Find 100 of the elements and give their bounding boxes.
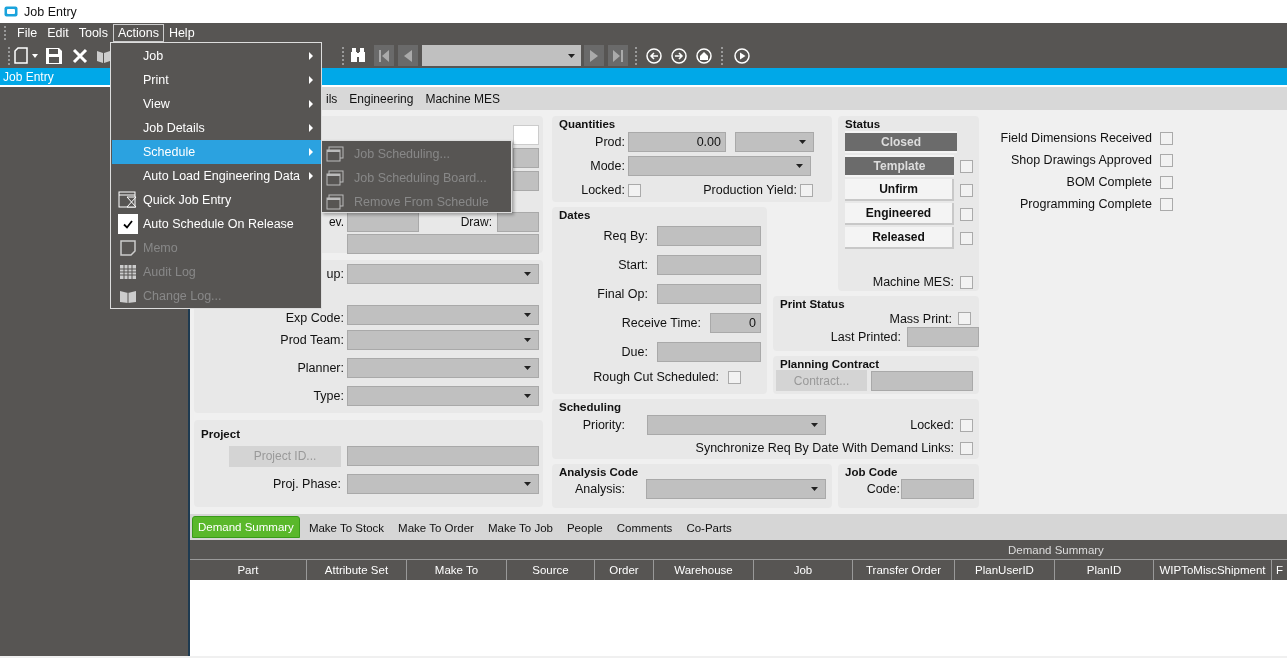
field-label: Programming Complete: [1020, 197, 1152, 211]
delete-icon[interactable]: [72, 47, 88, 64]
checkbox[interactable]: [800, 183, 813, 197]
menu-item[interactable]: Auto Load Engineering Data: [112, 164, 321, 188]
checkbox[interactable]: [960, 183, 973, 197]
input-field[interactable]: [657, 341, 761, 362]
field-label: Shop Drawings Approved: [1010, 153, 1152, 167]
menu-item[interactable]: Auto Schedule On Release: [112, 212, 321, 236]
book-icon: [118, 289, 137, 303]
input-field[interactable]: [871, 370, 973, 391]
section-title: Project: [201, 428, 241, 440]
input-field[interactable]: [907, 327, 979, 347]
next-record-button[interactable]: [584, 45, 604, 66]
status-button[interactable]: Released: [845, 227, 954, 249]
book-icon[interactable]: [97, 48, 110, 63]
checkbox[interactable]: [1160, 153, 1173, 167]
field-label: Mass Print:: [889, 311, 952, 326]
input-field[interactable]: [513, 170, 539, 191]
checkbox[interactable]: [628, 183, 641, 197]
input-field[interactable]: [657, 283, 761, 304]
input-field[interactable]: [347, 234, 539, 254]
play-icon[interactable]: [734, 47, 750, 64]
caret-icon: [568, 53, 575, 58]
input-field[interactable]: [347, 446, 539, 466]
menu-item[interactable]: Edit: [42, 24, 74, 42]
status-button[interactable]: Unfirm: [845, 179, 954, 201]
checkbox[interactable]: [958, 312, 971, 325]
tab[interactable]: People: [559, 522, 610, 538]
tab[interactable]: Engineering: [349, 91, 414, 106]
checkbox[interactable]: [960, 207, 973, 221]
dropdown-field[interactable]: [347, 330, 539, 350]
input-field[interactable]: [657, 254, 761, 275]
input-field[interactable]: [657, 225, 761, 246]
tab[interactable]: Machine MES: [425, 91, 501, 106]
last-record-button[interactable]: [608, 45, 628, 66]
checkbox[interactable]: [728, 370, 741, 384]
tab[interactable]: Comments: [609, 522, 680, 538]
dropdown-field[interactable]: [347, 474, 539, 494]
save-icon[interactable]: [46, 47, 62, 64]
dropdown-field[interactable]: [347, 358, 539, 378]
field-label: Synchronize Req By Date With Demand Links:: [695, 441, 954, 455]
window-icon: [326, 170, 344, 186]
field-label: up:: [326, 267, 344, 281]
checkbox[interactable]: [960, 231, 973, 245]
input-field[interactable]: 0.00: [628, 132, 726, 152]
checkbox[interactable]: [960, 441, 973, 455]
caret-icon[interactable]: [32, 53, 38, 58]
dropdown-field[interactable]: [347, 305, 539, 325]
field-label: Machine MES:: [872, 275, 954, 289]
field-label: Exp Code:: [285, 311, 344, 325]
input-field[interactable]: [347, 212, 419, 232]
dropdown-field[interactable]: [647, 415, 826, 435]
input-field[interactable]: [497, 212, 539, 232]
input-field[interactable]: 0: [710, 312, 761, 333]
forward-icon[interactable]: [671, 47, 687, 64]
menu-item[interactable]: Quick Job Entry: [112, 188, 321, 212]
dropdown-field[interactable]: [628, 156, 811, 176]
checkbox[interactable]: [1160, 175, 1173, 189]
checkbox[interactable]: [1160, 197, 1173, 211]
submenu-arrow-icon: [309, 124, 313, 132]
input-field[interactable]: [901, 479, 974, 499]
menu-item[interactable]: View: [112, 92, 321, 116]
menu-item[interactable]: Job Details: [112, 116, 321, 140]
tab[interactable]: ils: [326, 91, 338, 106]
section-title: Print Status: [780, 298, 846, 310]
dropdown-field[interactable]: [347, 386, 539, 406]
field-label: Start:: [618, 257, 648, 272]
checkbox[interactable]: [960, 275, 973, 289]
first-record-button[interactable]: [374, 45, 394, 66]
menu-item[interactable]: Tools: [73, 24, 113, 42]
next-icon: [590, 49, 598, 62]
menu-item[interactable]: Actions: [112, 24, 164, 42]
menu-item[interactable]: Print: [112, 68, 321, 92]
checkmark-icon: [122, 219, 133, 229]
previous-record-button[interactable]: [398, 45, 418, 66]
menu-item[interactable]: Help: [163, 24, 200, 42]
hourglass-window-icon: [117, 191, 138, 209]
caret-icon: [524, 313, 531, 317]
section-title: Quantities: [559, 118, 617, 130]
tab[interactable]: Make To Stock: [301, 522, 392, 538]
binoculars-icon[interactable]: [350, 48, 366, 63]
input-field[interactable]: [513, 147, 539, 168]
tab[interactable]: Make To Job: [480, 522, 560, 538]
home-icon[interactable]: [696, 47, 712, 64]
tab[interactable]: Co-Parts: [679, 522, 739, 538]
dropdown-field[interactable]: [735, 132, 814, 152]
tab[interactable]: Make To Order: [391, 522, 481, 538]
status-button[interactable]: Engineered: [845, 203, 954, 225]
field-label: Last Printed:: [830, 330, 901, 344]
checkbox[interactable]: [1160, 131, 1173, 145]
field-label: ev.: [328, 215, 344, 229]
back-icon[interactable]: [646, 47, 662, 64]
menu-item[interactable]: Job: [112, 44, 321, 68]
caret-icon: [799, 140, 806, 144]
input-field[interactable]: [513, 124, 539, 145]
menu-item[interactable]: File: [12, 24, 43, 42]
new-document-icon[interactable]: [14, 47, 28, 64]
dropdown-field[interactable]: [646, 479, 826, 499]
checkbox[interactable]: [960, 418, 973, 432]
dropdown-field[interactable]: [347, 264, 539, 284]
